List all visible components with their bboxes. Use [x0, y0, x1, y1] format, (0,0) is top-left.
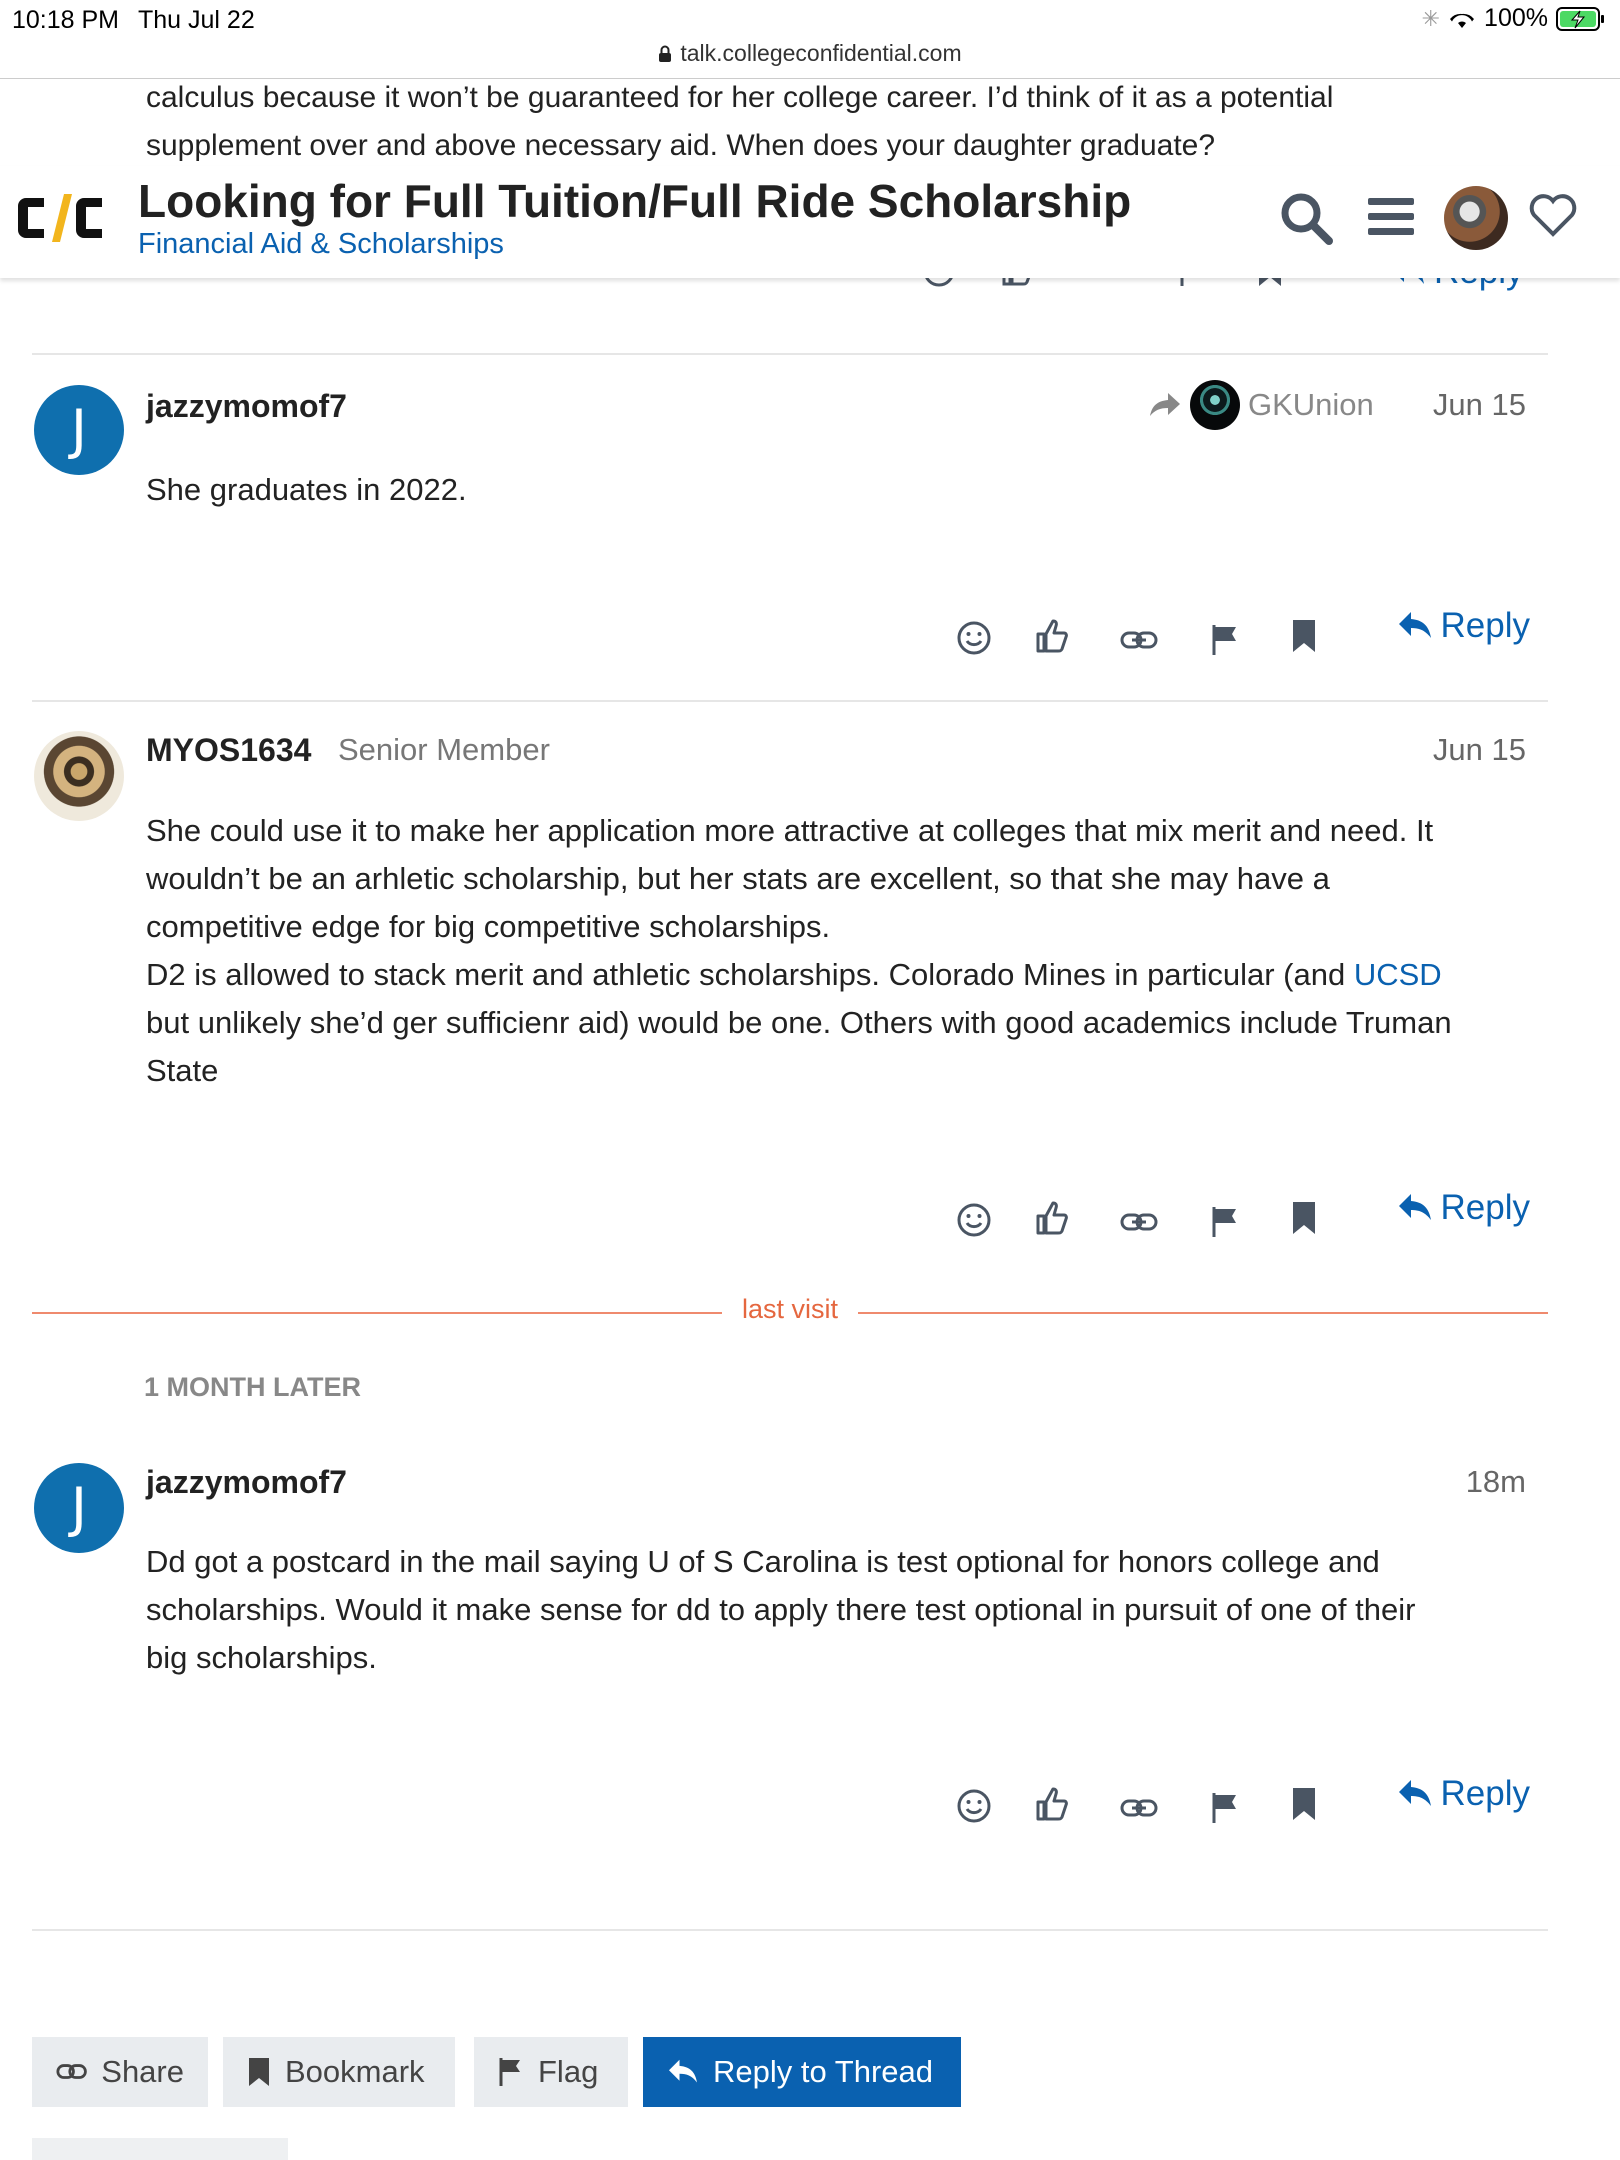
- post-body-line: She could use it to make her application…: [146, 813, 1434, 848]
- post-date[interactable]: Jun 15: [1400, 732, 1526, 768]
- site-logo[interactable]: [12, 190, 104, 251]
- time-gap-label: 1 MONTH LATER: [144, 1372, 361, 1402]
- post-username[interactable]: jazzymomof7: [146, 1464, 347, 1501]
- post-divider: [32, 1929, 1548, 1931]
- reply-to-thread-label: Reply to Thread: [713, 2054, 933, 2089]
- flag-icon[interactable]: [1210, 1778, 1240, 1838]
- post-username[interactable]: MYOS1634: [146, 732, 311, 769]
- battery-percent: 100%: [1484, 4, 1548, 32]
- avatar[interactable]: J: [34, 385, 124, 475]
- reply-label: Reply: [1440, 1774, 1530, 1813]
- post-body-line: but unlikely she’d ger sufficienr aid) w…: [146, 1005, 1452, 1040]
- battery-charging-icon: [1556, 6, 1604, 31]
- previous-post-text: calculus because it won’t be guaranteed …: [146, 74, 1506, 170]
- bookmark-button[interactable]: Bookmark: [223, 2037, 455, 2107]
- user-avatar[interactable]: [1444, 186, 1508, 250]
- status-indicators: ✳ 100%: [1422, 4, 1606, 33]
- previous-post-line: supplement over and above necessary aid.…: [146, 129, 1216, 162]
- flag-icon[interactable]: [1210, 610, 1240, 670]
- post-actions: Reply: [950, 1764, 1530, 1824]
- link-icon[interactable]: [1120, 1778, 1158, 1838]
- wifi-icon: [1450, 13, 1475, 28]
- post-body-text: D2 is allowed to stack merit and athleti…: [146, 957, 1354, 992]
- reply-to-username: GKUnion: [1248, 387, 1374, 422]
- bookmark-icon[interactable]: [1290, 1774, 1318, 1834]
- post-body: Dd got a postcard in the mail saying U o…: [146, 1538, 1526, 1682]
- like-icon[interactable]: [1034, 1188, 1070, 1248]
- avatar[interactable]: J: [34, 1463, 124, 1553]
- reply-arrow-icon: [669, 2059, 697, 2083]
- reply-label: Reply: [1440, 606, 1530, 645]
- link-icon: [56, 2064, 87, 2079]
- reply-label: Reply: [1440, 1188, 1530, 1227]
- post-username[interactable]: jazzymomof7: [146, 388, 347, 425]
- like-icon[interactable]: [1034, 1774, 1070, 1834]
- post-date[interactable]: Jun 15: [1400, 387, 1526, 423]
- loading-spinner-icon: ✳: [1421, 5, 1441, 31]
- topic-category[interactable]: Financial Aid & Scholarships: [138, 228, 504, 261]
- search-icon[interactable]: [1278, 190, 1334, 246]
- link-icon[interactable]: [1120, 1192, 1158, 1252]
- post-body: She could use it to make her application…: [146, 807, 1526, 1095]
- user-title: Senior Member: [338, 732, 550, 767]
- reply-arrow-icon: [1398, 1780, 1431, 1806]
- status-date: Thu Jul 22: [138, 6, 255, 34]
- post-date[interactable]: 18m: [1400, 1464, 1526, 1500]
- share-arrow-icon: [1150, 393, 1180, 416]
- notification-dropdown[interactable]: [32, 2138, 288, 2160]
- topic-title[interactable]: Looking for Full Tuition/Full Ride Schol…: [138, 174, 1131, 228]
- ucsd-link[interactable]: UCSD: [1354, 957, 1442, 992]
- flag-label: Flag: [538, 2054, 599, 2089]
- reply-to-thread-button[interactable]: Reply to Thread: [643, 2037, 961, 2107]
- status-bar: 10:18 PM Thu Jul 22 ✳ 100%: [0, 0, 1620, 40]
- reply-button[interactable]: Reply: [1397, 596, 1530, 656]
- flag-icon: [499, 2058, 520, 2086]
- post-body: She graduates in 2022.: [146, 466, 1526, 514]
- reply-button[interactable]: Reply: [1397, 1178, 1530, 1238]
- flag-icon[interactable]: [1210, 1192, 1240, 1252]
- post-body-line: D2 is allowed to stack merit and athleti…: [146, 951, 1526, 999]
- college-confidential-logo-icon: [18, 194, 102, 242]
- post-body-line: Dd got a postcard in the mail saying U o…: [146, 1544, 1380, 1579]
- reply-to-avatar: [1190, 380, 1240, 430]
- share-label: Share: [101, 2054, 184, 2089]
- post-body-line: competitive edge for big competitive sch…: [146, 909, 831, 944]
- post-body-line: big scholarships.: [146, 1640, 377, 1675]
- post-divider: [32, 353, 1548, 355]
- emoji-reaction-icon[interactable]: [956, 1190, 992, 1250]
- like-icon[interactable]: [1034, 606, 1070, 666]
- post-actions: Reply: [950, 596, 1530, 656]
- bookmark-icon: [249, 2058, 269, 2086]
- hamburger-menu-icon[interactable]: [1366, 194, 1416, 240]
- lock-icon: [659, 45, 672, 62]
- post-divider: [32, 700, 1548, 702]
- post-body-line: wouldn’t be an arhletic scholarship, but…: [146, 861, 1330, 896]
- emoji-reaction-icon[interactable]: [956, 608, 992, 668]
- url-text: talk.collegeconfidential.com: [680, 40, 962, 66]
- reply-button[interactable]: Reply: [1397, 1764, 1530, 1824]
- last-visit-label: last visit: [722, 1294, 858, 1325]
- reply-arrow-icon: [1398, 612, 1431, 638]
- status-time: 10:18 PM: [12, 6, 120, 34]
- bookmark-label: Bookmark: [285, 2054, 425, 2089]
- post-body-line: State: [146, 1053, 219, 1088]
- reply-to-indicator[interactable]: GKUnion: [1148, 380, 1374, 430]
- avatar[interactable]: [34, 731, 124, 821]
- post-body-line: She graduates in 2022.: [146, 472, 467, 507]
- link-icon[interactable]: [1120, 610, 1158, 670]
- bookmark-icon[interactable]: [1290, 606, 1318, 666]
- emoji-reaction-icon[interactable]: [956, 1776, 992, 1836]
- reply-arrow-icon: [1398, 1194, 1431, 1220]
- post-body-line: scholarships. Would it make sense for dd…: [146, 1592, 1416, 1627]
- flag-button[interactable]: Flag: [474, 2037, 628, 2107]
- post-actions: Reply: [950, 1178, 1530, 1238]
- bookmark-icon[interactable]: [1290, 1188, 1318, 1248]
- previous-post-line: calculus because it won’t be guaranteed …: [146, 81, 1334, 114]
- heart-icon[interactable]: [1528, 192, 1578, 238]
- share-button[interactable]: Share: [32, 2037, 208, 2107]
